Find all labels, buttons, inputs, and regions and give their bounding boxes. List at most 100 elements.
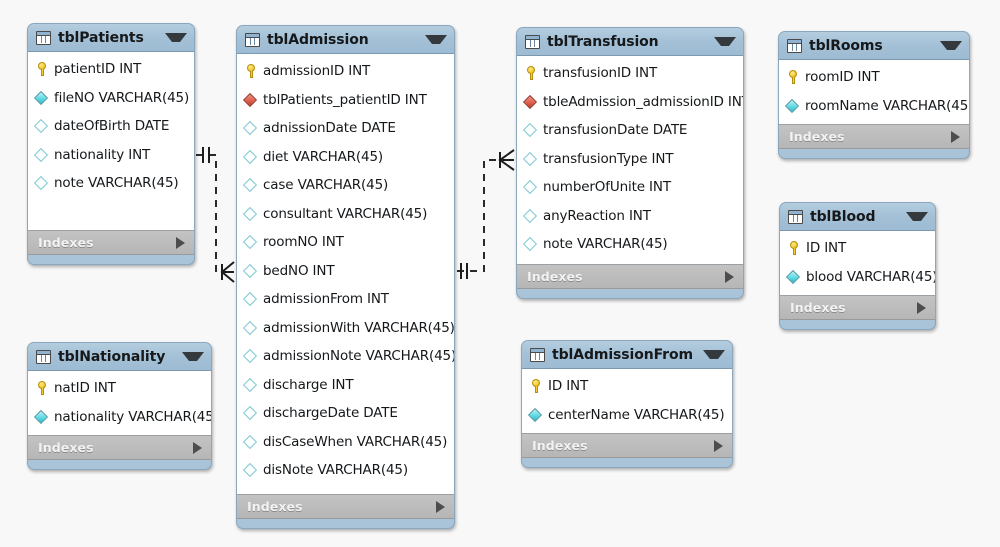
indexes-section-tblRooms[interactable]: Indexes: [779, 125, 969, 149]
table-header-tblTransfusion[interactable]: tblTransfusion: [517, 28, 743, 55]
table-tblPatients[interactable]: tblPatients patientID INT fileNO VARCHAR(4…: [27, 23, 195, 265]
table-tblBlood[interactable]: tblBlood ID INT blood VARCHAR(45) Indexes: [779, 202, 936, 330]
table-tblTransfusion[interactable]: tblTransfusion transfusionID INT tbleAdmis…: [516, 27, 744, 299]
column-row[interactable]: transfusionID INT: [517, 59, 743, 88]
column-icon: [522, 208, 538, 223]
chevron-down-icon[interactable]: [714, 37, 736, 46]
diamond-shape: [242, 121, 258, 136]
table-header-tblBlood[interactable]: tblBlood: [780, 203, 935, 230]
chevron-down-icon[interactable]: [940, 41, 962, 50]
column-row[interactable]: diet VARCHAR(45): [237, 143, 454, 172]
indexes-section-tblBlood[interactable]: Indexes: [780, 296, 935, 320]
column-row[interactable]: case VARCHAR(45): [237, 171, 454, 200]
diamond-shape: [784, 98, 800, 113]
column-row[interactable]: ID INT: [522, 372, 732, 401]
table-icon: [245, 32, 260, 47]
chevron-down-icon[interactable]: [703, 350, 725, 359]
chevron-down-icon[interactable]: [425, 35, 447, 44]
indexes-label: Indexes: [38, 440, 94, 455]
indexes-section-tblPatients[interactable]: Indexes: [28, 231, 194, 255]
table-header-tblAdmissionFrom[interactable]: tblAdmissionFrom: [522, 341, 732, 368]
chevron-right-icon[interactable]: [917, 301, 926, 314]
chevron-right-icon[interactable]: [951, 130, 960, 143]
column-list-tblNationality: natID INT nationality VARCHAR(45): [28, 370, 211, 436]
table-name-label: tblPatients: [58, 29, 144, 46]
column-row[interactable]: nationality VARCHAR(45): [28, 403, 211, 432]
column-row[interactable]: bedNO INT: [237, 257, 454, 286]
column-row[interactable]: admissionID INT: [237, 57, 454, 86]
column-row[interactable]: transfusionDate DATE: [517, 116, 743, 145]
table-tblAdmission[interactable]: tblAdmission admissionID INT tblPatients_p…: [236, 25, 455, 529]
column-icon: [242, 434, 258, 449]
chevron-right-icon[interactable]: [714, 439, 723, 452]
column-row[interactable]: adnissionDate DATE: [237, 114, 454, 143]
column-row[interactable]: transfusionType INT: [517, 145, 743, 174]
chevron-down-icon[interactable]: [906, 212, 928, 221]
column-row[interactable]: roomID INT: [779, 63, 969, 92]
column-row[interactable]: disCaseWhen VARCHAR(45): [237, 428, 454, 457]
diamond-shape: [33, 119, 49, 134]
table-icon: [788, 209, 803, 224]
indexes-section-tblAdmissionFrom[interactable]: Indexes: [522, 434, 732, 458]
column-notnull-icon: [785, 269, 801, 284]
chevron-right-icon[interactable]: [725, 270, 734, 283]
diamond-shape: [242, 235, 258, 250]
diamond-shape: [33, 90, 49, 105]
column-row[interactable]: admissionWith VARCHAR(45): [237, 314, 454, 343]
relationship-patients-admission[interactable]: [196, 147, 235, 283]
column-row[interactable]: roomName VARCHAR(45): [779, 92, 969, 121]
column-row[interactable]: patientID INT: [28, 55, 194, 84]
primary-key-icon: [529, 379, 543, 394]
table-header-tblAdmission[interactable]: tblAdmission: [237, 26, 454, 53]
column-row[interactable]: centerName VARCHAR(45): [522, 401, 732, 430]
column-row[interactable]: anyReaction INT: [517, 202, 743, 231]
column-row[interactable]: nationality INT: [28, 141, 194, 170]
chevron-right-icon[interactable]: [436, 500, 445, 513]
indexes-section-tblNationality[interactable]: Indexes: [28, 436, 211, 460]
column-label: admissionNote VARCHAR(45): [263, 348, 455, 365]
diamond-shape: [242, 463, 258, 478]
column-row[interactable]: dischargeDate DATE: [237, 399, 454, 428]
column-row[interactable]: disNote VARCHAR(45): [237, 456, 454, 485]
column-row[interactable]: natID INT: [28, 374, 211, 403]
chevron-down-icon[interactable]: [182, 352, 204, 361]
column-list-tblRooms: roomID INT roomName VARCHAR(45): [779, 59, 969, 125]
diamond-shape: [242, 406, 258, 421]
table-tblNationality[interactable]: tblNationality natID INT nationality VARCH…: [27, 342, 212, 470]
column-row[interactable]: ID INT: [780, 234, 935, 263]
diamond-shape: [522, 151, 538, 166]
relationship-admission-transfusion[interactable]: [457, 149, 515, 279]
table-header-tblPatients[interactable]: tblPatients: [28, 24, 194, 51]
chevron-right-icon[interactable]: [176, 236, 185, 249]
chevron-right-icon[interactable]: [193, 441, 202, 454]
column-label: disNote VARCHAR(45): [263, 462, 408, 479]
column-row[interactable]: blood VARCHAR(45): [780, 263, 935, 292]
column-row[interactable]: numberOfUnite INT: [517, 173, 743, 202]
table-name-label: tblAdmission: [267, 31, 369, 48]
column-row[interactable]: tblPatients_patientID INT: [237, 86, 454, 115]
table-name-label: tblTransfusion: [547, 33, 659, 50]
column-icon: [242, 178, 258, 193]
table-tblRooms[interactable]: tblRooms roomID INT roomName VARCHAR(45) In…: [778, 31, 970, 159]
column-row[interactable]: fileNO VARCHAR(45): [28, 84, 194, 113]
column-row[interactable]: dateOfBirth DATE: [28, 112, 194, 141]
column-icon: [33, 119, 49, 134]
column-label: transfusionID INT: [543, 65, 658, 82]
column-row[interactable]: tbleAdmission_admissionID INT: [517, 88, 743, 117]
table-icon: [525, 34, 540, 49]
table-tblAdmissionFrom[interactable]: tblAdmissionFrom ID INT centerName VARCHAR…: [521, 340, 733, 468]
column-row[interactable]: admissionNote VARCHAR(45): [237, 342, 454, 371]
column-row[interactable]: consultant VARCHAR(45): [237, 200, 454, 229]
diamond-shape: [522, 237, 538, 252]
table-header-tblRooms[interactable]: tblRooms: [779, 32, 969, 59]
chevron-down-icon[interactable]: [165, 33, 187, 42]
column-row[interactable]: note VARCHAR(45): [28, 169, 194, 198]
column-label: nationality VARCHAR(45): [54, 408, 212, 425]
indexes-section-tblAdmission[interactable]: Indexes: [237, 495, 454, 519]
table-header-tblNationality[interactable]: tblNationality: [28, 343, 211, 370]
indexes-section-tblTransfusion[interactable]: Indexes: [517, 265, 743, 289]
column-row[interactable]: discharge INT: [237, 371, 454, 400]
column-row[interactable]: roomNO INT: [237, 228, 454, 257]
column-row[interactable]: admissionFrom INT: [237, 285, 454, 314]
column-row[interactable]: note VARCHAR(45): [517, 230, 743, 259]
